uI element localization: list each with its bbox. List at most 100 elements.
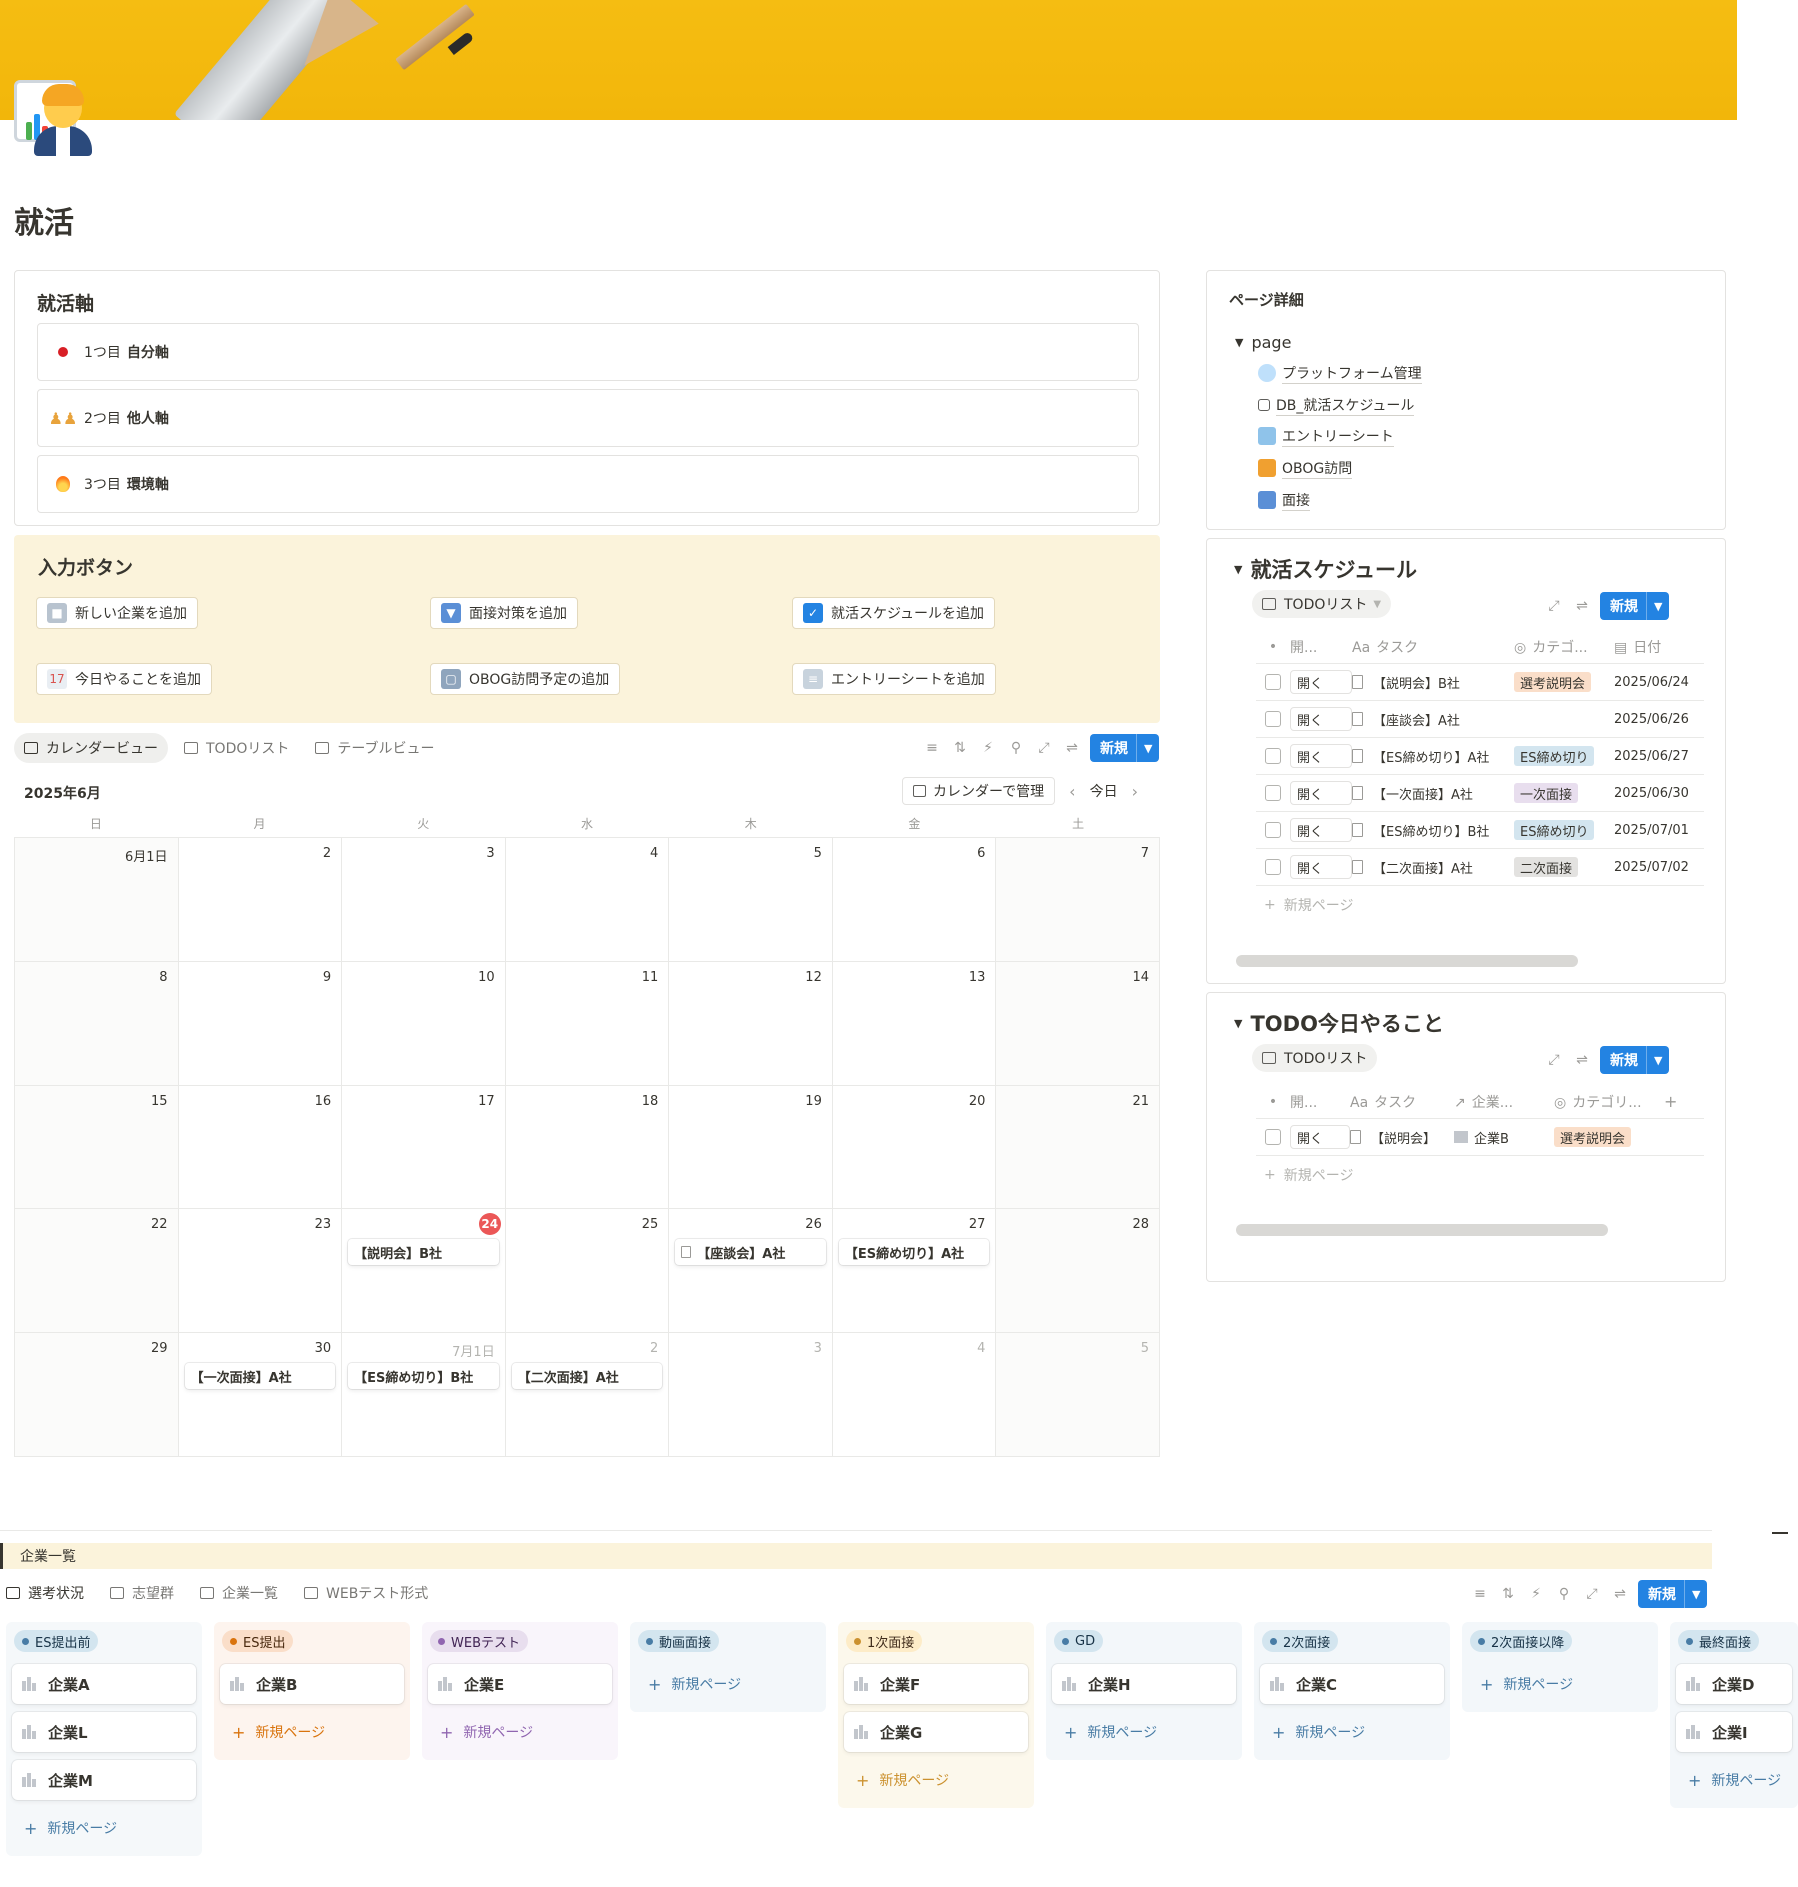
schedule-toggle[interactable]: ▼ 就活スケジュール bbox=[1234, 554, 1417, 584]
chevron-right-icon[interactable]: › bbox=[1132, 782, 1138, 801]
page-title[interactable]: 就活 bbox=[14, 198, 74, 242]
company-card[interactable]: 企業H bbox=[1052, 1664, 1236, 1704]
filter-icon[interactable]: ≡ bbox=[918, 734, 946, 762]
calendar-day-cell[interactable]: 7月1日 【ES締め切り】B社 bbox=[342, 1333, 506, 1457]
tab-calendar-view[interactable]: カレンダービュー bbox=[14, 733, 168, 763]
calendar-day-cell[interactable]: 16 bbox=[178, 1085, 343, 1210]
status-pill[interactable]: 2次面接 bbox=[1262, 1630, 1339, 1652]
row-checkbox[interactable] bbox=[1265, 785, 1281, 801]
calendar-event[interactable]: 【座談会】A社 bbox=[675, 1239, 826, 1266]
company-card[interactable]: 企業F bbox=[844, 1664, 1028, 1704]
add-page-button[interactable]: + 新規ページ bbox=[636, 1664, 820, 1704]
status-pill[interactable]: ES提出 bbox=[222, 1630, 294, 1652]
open-button[interactable]: 開く bbox=[1290, 818, 1352, 842]
open-button[interactable]: 開く bbox=[1290, 707, 1352, 731]
schedule-view-tab[interactable]: TODOリスト ▼ bbox=[1252, 590, 1392, 618]
add-page-button[interactable]: + 新規ページ bbox=[220, 1712, 404, 1752]
todo-task[interactable]: 【説明会】 bbox=[1371, 1128, 1436, 1147]
calendar-day-cell[interactable]: 23 bbox=[178, 1209, 343, 1334]
axis-item-others[interactable]: ♟♟ 2つ目 他人軸 bbox=[37, 389, 1139, 447]
schedule-new-button[interactable]: 新規 ▼ bbox=[1600, 592, 1670, 620]
company-card[interactable]: 企業B bbox=[220, 1664, 404, 1704]
sort-icon[interactable]: ⇅ bbox=[1494, 1580, 1522, 1608]
expand-icon[interactable]: ⤢ bbox=[1578, 1580, 1606, 1608]
col-task[interactable]: Aa タスク bbox=[1352, 637, 1514, 657]
company-card[interactable]: 企業E bbox=[428, 1664, 612, 1704]
status-pill[interactable]: WEBテスト bbox=[430, 1630, 528, 1652]
settings-icon[interactable]: ⇌ bbox=[1058, 734, 1086, 762]
open-button[interactable]: 開く bbox=[1290, 670, 1352, 694]
todo-new-page[interactable]: + 新規ページ bbox=[1264, 1162, 1353, 1188]
add-page-button[interactable]: + 新規ページ bbox=[428, 1712, 612, 1752]
row-checkbox[interactable] bbox=[1265, 822, 1281, 838]
calendar-day-cell[interactable]: 30 【一次面接】A社 bbox=[178, 1333, 343, 1457]
calendar-day-cell[interactable]: 9 bbox=[178, 961, 343, 1086]
todo-new-button[interactable]: 新規 ▼ bbox=[1600, 1046, 1670, 1074]
add-interview-prep-button[interactable]: ▼ 面接対策を追加 bbox=[430, 597, 578, 629]
row-checkbox[interactable] bbox=[1265, 711, 1281, 727]
calendar-event[interactable]: 【ES締め切り】B社 bbox=[348, 1363, 499, 1390]
calendar-day-cell[interactable]: 26 【座談会】A社 bbox=[669, 1209, 833, 1334]
calendar-day-cell[interactable]: 4 bbox=[505, 838, 670, 962]
todo-view-tab[interactable]: TODOリスト bbox=[1252, 1044, 1378, 1072]
company-card[interactable]: 企業M bbox=[12, 1760, 196, 1800]
calendar-day-cell[interactable]: 5 bbox=[669, 838, 833, 962]
calendar-day-cell[interactable]: 27 【ES締め切り】A社 bbox=[832, 1209, 997, 1334]
search-icon[interactable]: ⚲ bbox=[1002, 734, 1030, 762]
search-icon[interactable]: ⚲ bbox=[1550, 1580, 1578, 1608]
open-button[interactable]: 開く bbox=[1290, 855, 1352, 879]
col-open[interactable]: 開... bbox=[1290, 637, 1352, 657]
row-checkbox[interactable] bbox=[1265, 859, 1281, 875]
calendar-event[interactable]: 【説明会】B社 bbox=[348, 1239, 499, 1266]
link-db-schedule[interactable]: DB_就活スケジュール bbox=[1258, 393, 1415, 417]
chevron-down-icon[interactable]: ▼ bbox=[1136, 734, 1159, 762]
calendar-day-cell[interactable]: 14 bbox=[996, 961, 1160, 1086]
calendar-day-cell[interactable]: 22 bbox=[15, 1209, 179, 1334]
calendar-day-cell[interactable]: 20 bbox=[832, 1085, 997, 1210]
status-pill[interactable]: 最終面接 bbox=[1678, 1630, 1760, 1652]
add-page-button[interactable]: + 新規ページ bbox=[1260, 1712, 1444, 1752]
today-button[interactable]: 今日 bbox=[1090, 781, 1118, 801]
axis-item-self[interactable]: 1つ目 自分軸 bbox=[37, 323, 1139, 381]
calendar-day-cell[interactable]: 3 bbox=[342, 838, 506, 962]
status-pill[interactable]: 動画面接 bbox=[638, 1630, 720, 1652]
calendar-day-cell[interactable]: 13 bbox=[832, 961, 997, 1086]
tab-preference-group[interactable]: 志望群 bbox=[110, 1578, 184, 1608]
calendar-day-cell[interactable]: 17 bbox=[342, 1085, 506, 1210]
calendar-event[interactable]: 【ES締め切り】A社 bbox=[838, 1239, 990, 1266]
todo-checkbox[interactable] bbox=[1265, 1129, 1281, 1145]
schedule-scrollbar[interactable] bbox=[1236, 955, 1578, 967]
add-column-icon[interactable]: + bbox=[1664, 1092, 1677, 1111]
expand-icon[interactable]: ⤢ bbox=[1540, 1046, 1568, 1074]
tab-web-test-format[interactable]: WEBテスト形式 bbox=[304, 1578, 438, 1608]
company-card[interactable]: 企業C bbox=[1260, 1664, 1444, 1704]
add-entry-sheet-button[interactable]: ≡ エントリーシートを追加 bbox=[792, 663, 996, 695]
task-title[interactable]: 【二次面接】A社 bbox=[1373, 858, 1473, 877]
calendar-day-cell[interactable]: 28 bbox=[996, 1209, 1160, 1334]
col-task[interactable]: Aa タスク bbox=[1350, 1092, 1454, 1112]
calendar-day-cell[interactable]: 19 bbox=[669, 1085, 833, 1210]
open-button[interactable]: 開く bbox=[1290, 781, 1352, 805]
manage-in-calendar-button[interactable]: カレンダーで管理 bbox=[902, 777, 1056, 805]
calendar-day-cell[interactable]: 15 bbox=[15, 1085, 179, 1210]
schedule-new-page[interactable]: + 新規ページ bbox=[1264, 892, 1353, 918]
col-category[interactable]: ◎ カテゴリ... bbox=[1554, 1092, 1664, 1112]
add-page-button[interactable]: + 新規ページ bbox=[12, 1808, 196, 1848]
add-company-button[interactable]: ■ 新しい企業を追加 bbox=[36, 597, 198, 629]
calendar-day-cell[interactable]: 25 bbox=[505, 1209, 670, 1334]
board-new-button[interactable]: 新規 ▼ bbox=[1638, 1580, 1708, 1608]
row-checkbox[interactable] bbox=[1265, 748, 1281, 764]
tab-selection-status[interactable]: 選考状況 bbox=[6, 1578, 94, 1608]
todo-toggle[interactable]: ▼ TODO今日やること bbox=[1234, 1008, 1444, 1038]
link-entry-sheet[interactable]: エントリーシート bbox=[1258, 424, 1394, 448]
settings-icon[interactable]: ⇌ bbox=[1606, 1580, 1634, 1608]
calendar-day-cell[interactable]: 24 【説明会】B社 bbox=[342, 1209, 506, 1334]
calendar-day-cell[interactable]: 29 bbox=[15, 1333, 179, 1457]
chevron-down-icon[interactable]: ▼ bbox=[1646, 1046, 1669, 1074]
col-open[interactable]: 開... bbox=[1290, 1092, 1350, 1112]
calendar-day-cell[interactable]: 6月1日 bbox=[15, 838, 179, 962]
chevron-left-icon[interactable]: ‹ bbox=[1069, 782, 1075, 801]
col-category[interactable]: ◎ カテゴ... bbox=[1514, 637, 1614, 657]
new-button[interactable]: 新規 ▼ bbox=[1090, 734, 1160, 762]
sort-icon[interactable]: ⇅ bbox=[946, 734, 974, 762]
